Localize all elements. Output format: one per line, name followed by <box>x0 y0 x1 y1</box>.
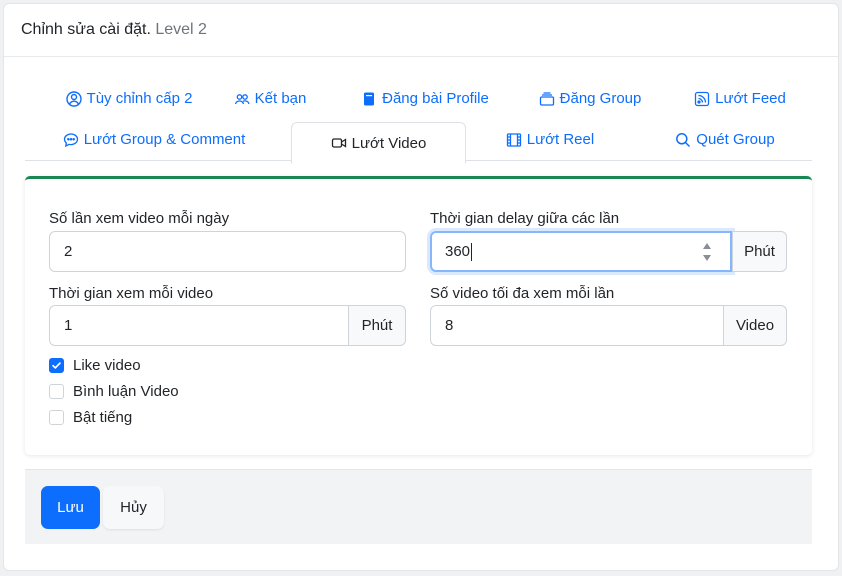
modal-title: Chỉnh sửa cài đặt. <box>21 21 151 38</box>
views-per-day-value: 2 <box>64 243 73 260</box>
tab-dang-group[interactable]: Đăng Group <box>535 78 645 119</box>
tab-label: Quét Group <box>696 131 775 148</box>
comment-video-checkbox[interactable] <box>49 384 64 399</box>
delay-label: Thời gian delay giữa các lần <box>430 210 620 227</box>
camera-video-icon <box>331 135 347 151</box>
watch-time-unit: Phút <box>361 317 393 334</box>
like-video-checkbox[interactable] <box>49 358 64 373</box>
settings-tabs: Tùy chỉnh cấp 2 Kết bạn Đăng bài Profile… <box>25 78 812 164</box>
collection-icon <box>539 91 555 107</box>
people-icon <box>234 91 250 107</box>
file-icon <box>361 91 377 107</box>
tab-label: Đăng bài Profile <box>382 90 489 107</box>
tab-label: Lướt Group & Comment <box>83 131 246 148</box>
tab-label: Lướt Reel <box>526 131 595 148</box>
video-settings-card: Số lần xem video mỗi ngày 2 Thời gian de… <box>25 176 812 455</box>
max-videos-unit-addon: Video <box>723 305 787 346</box>
tab-label: Lướt Video <box>351 134 427 152</box>
like-video-label: Like video <box>73 357 141 374</box>
sound-on-checkbox[interactable] <box>49 410 64 425</box>
text-caret <box>471 242 473 261</box>
like-video-checkbox-row[interactable]: Like video <box>49 357 141 374</box>
watch-time-label: Thời gian xem mỗi video <box>49 285 214 302</box>
views-per-day-label: Số lần xem video mỗi ngày <box>49 210 230 227</box>
rss-icon <box>694 91 710 107</box>
cancel-button[interactable]: Hủy <box>103 486 164 529</box>
delay-unit: Phút <box>744 243 775 260</box>
watch-time-value: 1 <box>64 317 73 334</box>
delay-value: 360 <box>445 243 471 260</box>
delay-unit-addon: Phút <box>732 231 787 272</box>
chat-icon <box>63 132 79 148</box>
tab-luot-video[interactable]: Lướt Video <box>291 122 466 164</box>
tab-label: Đăng Group <box>559 90 642 107</box>
spinner-arrows-icon[interactable] <box>702 241 712 263</box>
comment-video-checkbox-row[interactable]: Bình luận Video <box>49 383 179 400</box>
tab-luot-group-comment[interactable]: Lướt Group & Comment <box>59 119 249 160</box>
watch-time-unit-addon: Phút <box>348 305 406 346</box>
tab-quet-group[interactable]: Quét Group <box>665 119 785 160</box>
max-videos-input[interactable]: 8 <box>430 305 724 346</box>
comment-video-label: Bình luận Video <box>73 383 179 400</box>
tab-luot-feed[interactable]: Lướt Feed <box>690 78 790 119</box>
delay-input[interactable]: 360 <box>430 231 732 272</box>
film-icon <box>506 132 522 148</box>
sound-on-label: Bật tiếng <box>73 409 133 426</box>
tab-label: Tùy chỉnh cấp 2 <box>86 90 193 107</box>
tab-luot-reel[interactable]: Lướt Reel <box>495 119 605 160</box>
max-videos-unit: Video <box>735 317 775 334</box>
tab-label: Lướt Feed <box>715 90 786 107</box>
level-label: Level 2 <box>155 21 207 38</box>
modal-footer: Lưu Hủy <box>25 469 812 544</box>
max-videos-value: 8 <box>445 317 454 334</box>
tab-dang-bai-profile[interactable]: Đăng bài Profile <box>355 78 495 119</box>
views-per-day-input[interactable]: 2 <box>49 231 406 272</box>
tab-tuy-chinh-cap-2[interactable]: Tùy chỉnh cấp 2 <box>49 78 209 119</box>
search-icon <box>675 132 691 148</box>
save-button[interactable]: Lưu <box>41 486 100 529</box>
sound-on-checkbox-row[interactable]: Bật tiếng <box>49 409 132 426</box>
tab-ket-ban[interactable]: Kết bạn <box>225 78 315 119</box>
modal-header: Chỉnh sửa cài đặt. Level 2 <box>4 4 838 57</box>
user-circle-icon <box>65 90 82 107</box>
tab-label: Kết bạn <box>254 90 307 107</box>
watch-time-input[interactable]: 1 <box>49 305 349 346</box>
max-videos-label: Số video tối đa xem mỗi lần <box>430 285 615 302</box>
